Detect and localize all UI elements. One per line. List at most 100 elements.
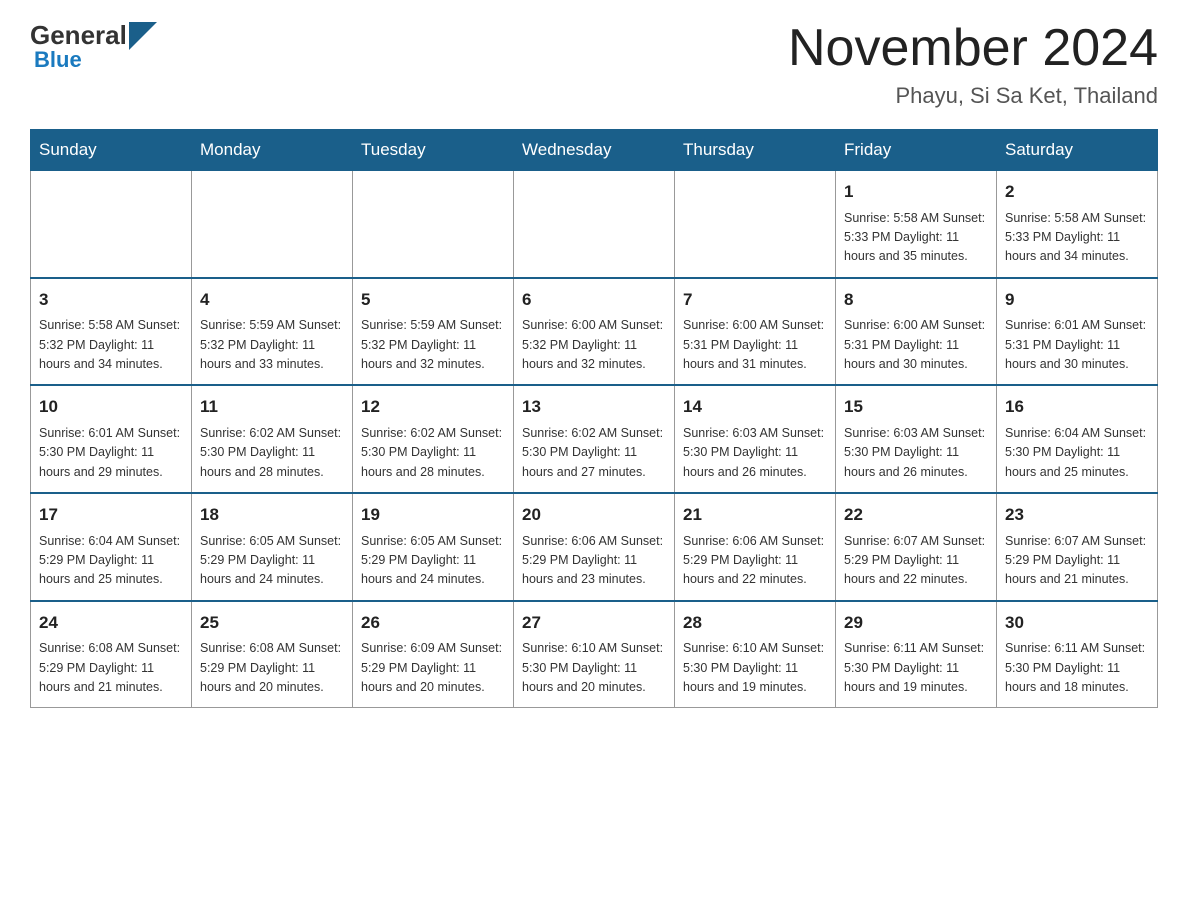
column-header-saturday: Saturday [997, 130, 1158, 171]
calendar-week-row: 24 Sunrise: 6:08 AM Sunset: 5:29 PM Dayli… [31, 601, 1158, 708]
day-info: Sunrise: 6:00 AM Sunset: 5:32 PM Dayligh… [522, 316, 666, 374]
day-number: 24 [39, 610, 183, 636]
day-number: 23 [1005, 502, 1149, 528]
table-row: 12 Sunrise: 6:02 AM Sunset: 5:30 PM Dayli… [353, 385, 514, 493]
table-row: 5Sunrise: 5:59 AM Sunset: 5:32 PM Daylig… [353, 278, 514, 386]
day-info: Sunrise: 6:00 AM Sunset: 5:31 PM Dayligh… [844, 316, 988, 374]
table-row: 29Sunrise: 6:11 AM Sunset: 5:30 PM Dayli… [836, 601, 997, 708]
calendar-week-row: 3 Sunrise: 5:58 AM Sunset: 5:32 PM Daylig… [31, 278, 1158, 386]
table-row: 8 Sunrise: 6:00 AM Sunset: 5:31 PM Daylig… [836, 278, 997, 386]
day-info: Sunrise: 6:07 AM Sunset: 5:29 PM Dayligh… [1005, 532, 1149, 590]
day-info: Sunrise: 6:04 AM Sunset: 5:30 PM Dayligh… [1005, 424, 1149, 482]
day-info: Sunrise: 6:05 AM Sunset: 5:29 PM Dayligh… [361, 532, 505, 590]
day-number: 9 [1005, 287, 1149, 313]
day-info: Sunrise: 6:02 AM Sunset: 5:30 PM Dayligh… [361, 424, 505, 482]
day-number: 3 [39, 287, 183, 313]
day-info: Sunrise: 6:08 AM Sunset: 5:29 PM Dayligh… [39, 639, 183, 697]
column-header-tuesday: Tuesday [353, 130, 514, 171]
table-row: 18 Sunrise: 6:05 AM Sunset: 5:29 PM Dayli… [192, 493, 353, 601]
day-info: Sunrise: 6:10 AM Sunset: 5:30 PM Dayligh… [522, 639, 666, 697]
day-number: 2 [1005, 179, 1149, 205]
day-info: Sunrise: 6:11 AM Sunset: 5:30 PM Dayligh… [1005, 639, 1149, 697]
day-info: Sunrise: 6:05 AM Sunset: 5:29 PM Dayligh… [200, 532, 344, 590]
table-row: 9Sunrise: 6:01 AM Sunset: 5:31 PM Daylig… [997, 278, 1158, 386]
day-info: Sunrise: 6:00 AM Sunset: 5:31 PM Dayligh… [683, 316, 827, 374]
day-number: 26 [361, 610, 505, 636]
page-header: General Blue November 2024 Phayu, Si Sa … [30, 20, 1158, 109]
day-number: 13 [522, 394, 666, 420]
table-row [675, 171, 836, 278]
table-row [31, 171, 192, 278]
day-info: Sunrise: 6:02 AM Sunset: 5:30 PM Dayligh… [200, 424, 344, 482]
table-row [514, 171, 675, 278]
calendar-week-row: 10 Sunrise: 6:01 AM Sunset: 5:30 PM Dayli… [31, 385, 1158, 493]
day-number: 21 [683, 502, 827, 528]
day-info: Sunrise: 6:04 AM Sunset: 5:29 PM Dayligh… [39, 532, 183, 590]
day-number: 16 [1005, 394, 1149, 420]
day-info: Sunrise: 6:03 AM Sunset: 5:30 PM Dayligh… [683, 424, 827, 482]
day-info: Sunrise: 6:01 AM Sunset: 5:30 PM Dayligh… [39, 424, 183, 482]
day-number: 14 [683, 394, 827, 420]
day-info: Sunrise: 5:59 AM Sunset: 5:32 PM Dayligh… [361, 316, 505, 374]
table-row: 7Sunrise: 6:00 AM Sunset: 5:31 PM Daylig… [675, 278, 836, 386]
logo-blue: Blue [34, 47, 82, 73]
day-number: 22 [844, 502, 988, 528]
table-row: 6 Sunrise: 6:00 AM Sunset: 5:32 PM Daylig… [514, 278, 675, 386]
day-info: Sunrise: 6:08 AM Sunset: 5:29 PM Dayligh… [200, 639, 344, 697]
table-row: 3 Sunrise: 5:58 AM Sunset: 5:32 PM Daylig… [31, 278, 192, 386]
table-row: 19 Sunrise: 6:05 AM Sunset: 5:29 PM Dayli… [353, 493, 514, 601]
table-row: 20Sunrise: 6:06 AM Sunset: 5:29 PM Dayli… [514, 493, 675, 601]
day-number: 20 [522, 502, 666, 528]
table-row: 17 Sunrise: 6:04 AM Sunset: 5:29 PM Dayli… [31, 493, 192, 601]
day-number: 28 [683, 610, 827, 636]
day-info: Sunrise: 6:03 AM Sunset: 5:30 PM Dayligh… [844, 424, 988, 482]
table-row: 25Sunrise: 6:08 AM Sunset: 5:29 PM Dayli… [192, 601, 353, 708]
day-info: Sunrise: 5:58 AM Sunset: 5:32 PM Dayligh… [39, 316, 183, 374]
calendar-week-row: 1 Sunrise: 5:58 AM Sunset: 5:33 PM Daylig… [31, 171, 1158, 278]
column-header-wednesday: Wednesday [514, 130, 675, 171]
day-info: Sunrise: 5:59 AM Sunset: 5:32 PM Dayligh… [200, 316, 344, 374]
table-row: 23 Sunrise: 6:07 AM Sunset: 5:29 PM Dayli… [997, 493, 1158, 601]
title-section: November 2024 Phayu, Si Sa Ket, Thailand [788, 20, 1158, 109]
table-row: 1 Sunrise: 5:58 AM Sunset: 5:33 PM Daylig… [836, 171, 997, 278]
day-number: 12 [361, 394, 505, 420]
day-number: 19 [361, 502, 505, 528]
day-number: 8 [844, 287, 988, 313]
day-info: Sunrise: 6:07 AM Sunset: 5:29 PM Dayligh… [844, 532, 988, 590]
table-row: 16 Sunrise: 6:04 AM Sunset: 5:30 PM Dayli… [997, 385, 1158, 493]
table-row [353, 171, 514, 278]
calendar-week-row: 17 Sunrise: 6:04 AM Sunset: 5:29 PM Dayli… [31, 493, 1158, 601]
day-number: 15 [844, 394, 988, 420]
calendar-header-row: SundayMondayTuesdayWednesdayThursdayFrid… [31, 130, 1158, 171]
table-row: 14 Sunrise: 6:03 AM Sunset: 5:30 PM Dayli… [675, 385, 836, 493]
day-info: Sunrise: 5:58 AM Sunset: 5:33 PM Dayligh… [844, 209, 988, 267]
day-number: 6 [522, 287, 666, 313]
table-row: 13 Sunrise: 6:02 AM Sunset: 5:30 PM Dayli… [514, 385, 675, 493]
table-row: 24 Sunrise: 6:08 AM Sunset: 5:29 PM Dayli… [31, 601, 192, 708]
logo: General Blue [30, 20, 157, 73]
day-info: Sunrise: 6:02 AM Sunset: 5:30 PM Dayligh… [522, 424, 666, 482]
day-number: 27 [522, 610, 666, 636]
day-number: 18 [200, 502, 344, 528]
location-title: Phayu, Si Sa Ket, Thailand [788, 83, 1158, 109]
day-number: 17 [39, 502, 183, 528]
day-number: 4 [200, 287, 344, 313]
day-number: 29 [844, 610, 988, 636]
table-row: 26 Sunrise: 6:09 AM Sunset: 5:29 PM Dayli… [353, 601, 514, 708]
table-row: 11Sunrise: 6:02 AM Sunset: 5:30 PM Dayli… [192, 385, 353, 493]
table-row: 27 Sunrise: 6:10 AM Sunset: 5:30 PM Dayli… [514, 601, 675, 708]
logo-triangle-icon [129, 22, 157, 50]
column-header-monday: Monday [192, 130, 353, 171]
day-info: Sunrise: 6:09 AM Sunset: 5:29 PM Dayligh… [361, 639, 505, 697]
day-number: 10 [39, 394, 183, 420]
day-info: Sunrise: 6:10 AM Sunset: 5:30 PM Dayligh… [683, 639, 827, 697]
table-row [192, 171, 353, 278]
day-number: 1 [844, 179, 988, 205]
column-header-friday: Friday [836, 130, 997, 171]
day-info: Sunrise: 6:06 AM Sunset: 5:29 PM Dayligh… [683, 532, 827, 590]
month-title: November 2024 [788, 20, 1158, 77]
table-row: 30Sunrise: 6:11 AM Sunset: 5:30 PM Dayli… [997, 601, 1158, 708]
table-row: 4 Sunrise: 5:59 AM Sunset: 5:32 PM Daylig… [192, 278, 353, 386]
table-row: 21 Sunrise: 6:06 AM Sunset: 5:29 PM Dayli… [675, 493, 836, 601]
column-header-thursday: Thursday [675, 130, 836, 171]
